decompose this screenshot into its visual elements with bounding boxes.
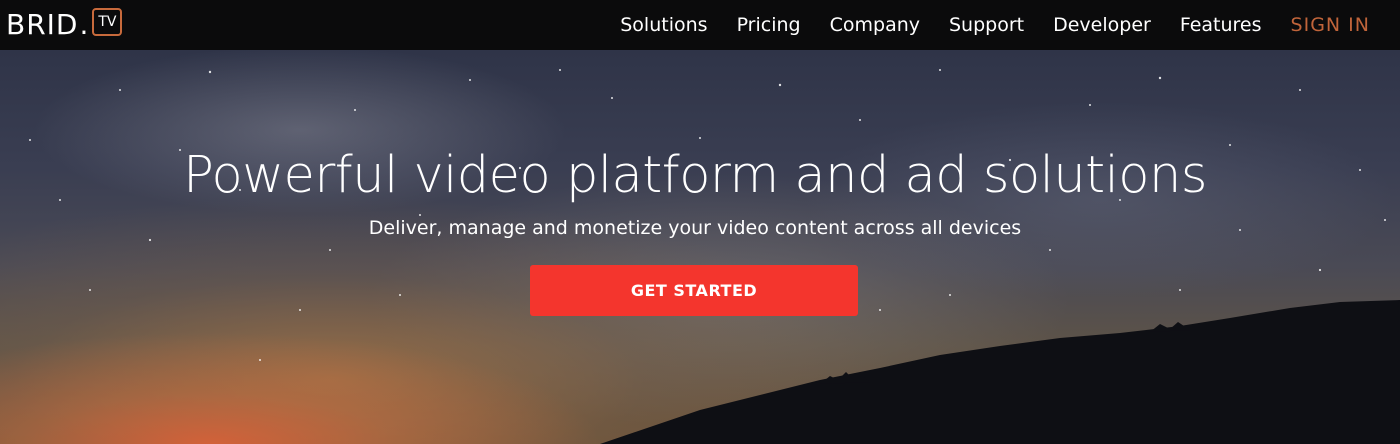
hero-section: Powerful video platform and ad solutions…	[0, 50, 1400, 444]
logo-wordmark: BRID	[6, 8, 79, 41]
hero-title: Powerful video platform and ad solutions	[183, 146, 1207, 205]
nav-solutions[interactable]: Solutions	[620, 14, 707, 36]
sign-in-link[interactable]: SIGN IN	[1291, 14, 1370, 36]
nav-pricing[interactable]: Pricing	[737, 14, 801, 36]
hero-subtitle: Deliver, manage and monetize your video …	[368, 217, 1022, 239]
logo-tv-badge: TV	[92, 8, 123, 36]
get-started-button[interactable]: GET STARTED	[530, 265, 858, 316]
nav-company[interactable]: Company	[830, 14, 920, 36]
nav-support[interactable]: Support	[949, 14, 1024, 36]
nav-features[interactable]: Features	[1180, 14, 1262, 36]
hill-silhouette	[600, 300, 1400, 444]
nav-developer[interactable]: Developer	[1053, 14, 1151, 36]
brid-tv-logo[interactable]: BRID . TV	[6, 8, 123, 42]
main-nav: Solutions Pricing Company Support Develo…	[591, 0, 1370, 50]
logo-dot: .	[79, 8, 89, 41]
page: BRID . TV Solutions Pricing Company Supp…	[0, 0, 1400, 444]
top-navbar: BRID . TV Solutions Pricing Company Supp…	[0, 0, 1400, 50]
